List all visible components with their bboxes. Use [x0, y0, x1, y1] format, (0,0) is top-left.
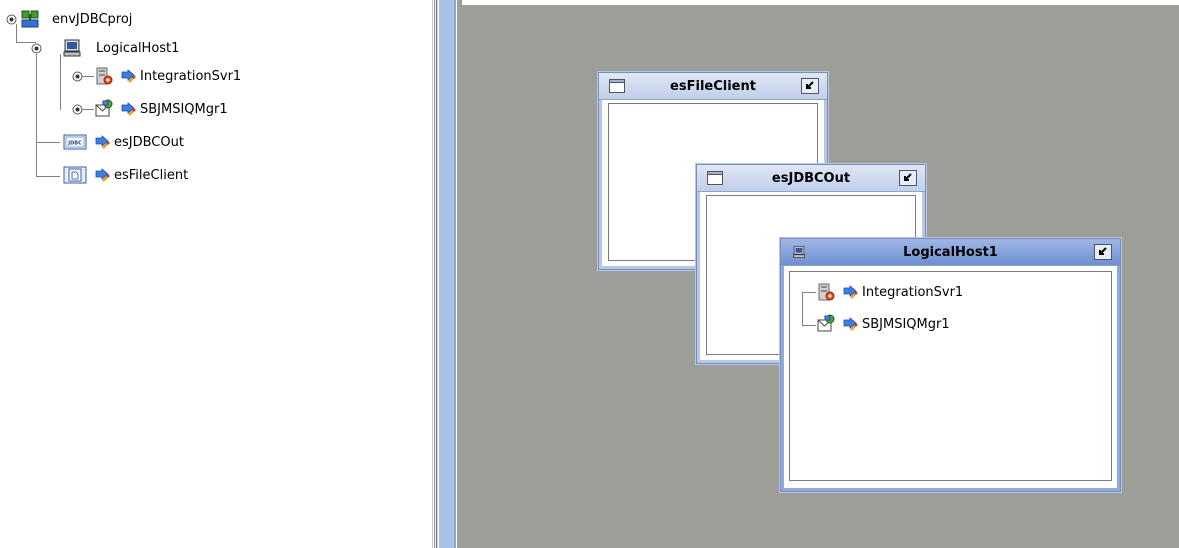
window-content: IntegrationSvr1 SBJMSIQMgr1: [789, 271, 1112, 481]
tree-node-logicalhost[interactable]: LogicalHost1: [44, 38, 179, 58]
canvas-node-label: IntegrationSvr1: [862, 284, 964, 300]
tree-connector: [36, 142, 60, 143]
file-external-icon: [62, 165, 88, 185]
expand-toggle-icon[interactable]: [31, 43, 42, 54]
tree-connector: [802, 292, 816, 293]
tree-node-label: IntegrationSvr1: [140, 68, 242, 84]
canvas-node-jmsiq[interactable]: SBJMSIQMgr1: [816, 314, 950, 334]
tree-connector: [60, 54, 61, 110]
tree-node-esfileclient[interactable]: esFileClient: [62, 165, 188, 185]
environment-canvas[interactable]: esFileClient esJDBCOut LogicalHost1 Inte…: [462, 0, 1179, 548]
tree-node-esjdbcout[interactable]: esJDBCOut: [62, 132, 184, 152]
message-server-icon: [94, 99, 114, 119]
window-titlebar[interactable]: LogicalHost1: [781, 239, 1120, 266]
tree-connector: [82, 109, 94, 110]
deploy-tag-icon: [120, 101, 136, 117]
tree-connector: [802, 292, 803, 326]
minimize-button[interactable]: [899, 170, 917, 186]
deploy-tag-icon: [94, 167, 110, 183]
tree-connector: [16, 24, 17, 42]
window-titlebar[interactable]: esJDBCOut: [697, 165, 925, 192]
window-titlebar[interactable]: esFileClient: [599, 73, 827, 100]
window-title: esFileClient: [670, 78, 756, 94]
window-title: esJDBCOut: [771, 170, 851, 186]
deploy-tag-icon: [842, 316, 858, 332]
computer-icon: [791, 245, 807, 259]
tree-connector: [36, 176, 60, 177]
tree-connector: [82, 76, 94, 77]
tree-node-label: esFileClient: [114, 167, 189, 183]
canvas-top-border: [462, 0, 1179, 5]
window-logicalhost[interactable]: LogicalHost1 IntegrationSvr1 SBJMSIQMgr1: [780, 238, 1121, 492]
canvas-node-integrationsvr[interactable]: IntegrationSvr1: [816, 282, 963, 302]
expand-toggle-icon[interactable]: [6, 14, 17, 25]
tree-node-label: LogicalHost1: [96, 40, 180, 56]
window-icon: [707, 171, 723, 185]
panel-splitter[interactable]: [432, 0, 462, 548]
deploy-tag-icon: [120, 68, 136, 84]
minimize-button[interactable]: [1094, 244, 1112, 260]
server-icon: [816, 282, 836, 302]
tree-connector: [36, 54, 37, 177]
tree-node-label: SBJMSIQMgr1: [140, 101, 228, 117]
environment-icon: [20, 9, 40, 29]
tree-node-jmsiq[interactable]: SBJMSIQMgr1: [94, 99, 228, 119]
tree-node-environment[interactable]: envJDBCproj: [18, 9, 132, 29]
project-explorer-tree: envJDBCproj LogicalHost1 IntegrationSvr1…: [0, 0, 432, 548]
server-icon: [94, 66, 114, 86]
computer-icon: [62, 38, 82, 58]
tree-node-integrationsvr[interactable]: IntegrationSvr1: [94, 66, 241, 86]
canvas-node-label: SBJMSIQMgr1: [862, 316, 950, 332]
deploy-tag-icon: [842, 284, 858, 300]
deploy-tag-icon: [94, 134, 110, 150]
tree-connector: [802, 325, 816, 326]
jdbc-external-icon: [62, 132, 88, 152]
window-title: LogicalHost1: [903, 244, 998, 260]
tree-node-label: envJDBCproj: [52, 11, 133, 27]
window-icon: [609, 79, 625, 93]
minimize-button[interactable]: [801, 78, 819, 94]
tree-node-label: esJDBCOut: [114, 134, 184, 150]
message-server-icon: [816, 314, 836, 334]
